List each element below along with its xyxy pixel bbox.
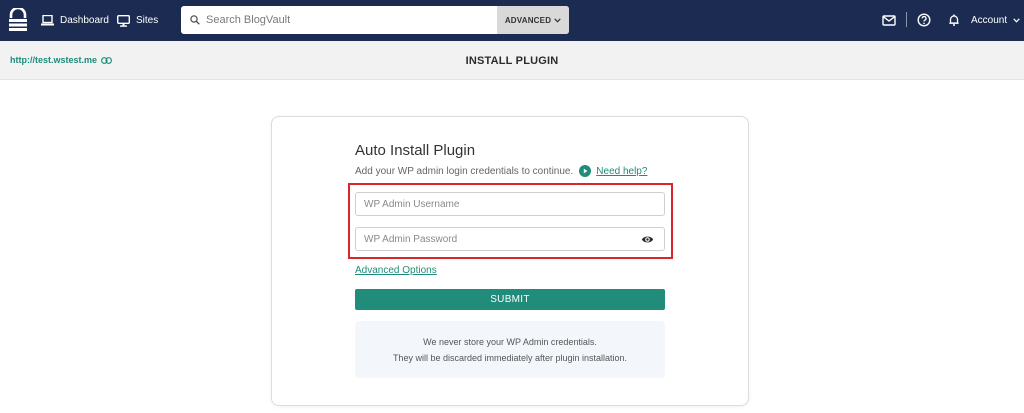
form-subtitle-row: Add your WP admin login credentials to c… [355,165,647,177]
nav-dashboard[interactable]: Dashboard [41,0,109,41]
top-navbar: Dashboard Sites ADVANCED [0,0,1024,41]
password-input[interactable] [356,228,641,250]
play-circle-icon[interactable] [579,165,592,177]
password-field [355,227,665,251]
dashboard-icon [41,15,54,26]
form-title: Auto Install Plugin [355,142,476,159]
page-title: INSTALL PLUGIN [465,55,559,67]
account-label: Account [971,15,1008,26]
nav-divider [906,12,907,27]
advanced-search-button[interactable]: ADVANCED [497,6,569,34]
nav-sites-label: Sites [136,15,159,26]
credentials-notice: We never store your WP Admin credentials… [355,321,665,378]
mail-icon[interactable] [882,13,896,27]
chevron-down-icon [554,17,561,23]
search-bar: ADVANCED [181,6,569,34]
form-subtitle: Add your WP admin login credentials to c… [355,165,574,177]
bell-icon[interactable] [947,13,961,27]
notice-line-2: They will be discarded immediately after… [392,353,628,363]
username-field [355,192,665,216]
advanced-options-link[interactable]: Advanced Options [355,265,437,276]
logo-icon[interactable] [8,8,28,32]
chevron-down-icon [1013,18,1020,23]
nav-dashboard-label: Dashboard [60,15,109,26]
account-menu[interactable]: Account [971,0,1020,41]
advanced-search-label: ADVANCED [504,15,552,25]
monitor-icon [117,14,130,27]
nav-sites[interactable]: Sites [117,0,158,41]
eye-icon[interactable] [641,233,654,246]
submit-button[interactable]: SUBMIT [355,289,665,310]
sub-header: http://test.wstest.me INSTALL PLUGIN [0,41,1024,80]
need-help-link[interactable]: Need help? [596,166,647,177]
help-circle-icon[interactable] [917,13,931,27]
username-input[interactable] [356,193,664,215]
search-icon [190,15,200,25]
search-input[interactable] [200,6,497,34]
notice-line-1: We never store your WP Admin credentials… [423,337,597,347]
